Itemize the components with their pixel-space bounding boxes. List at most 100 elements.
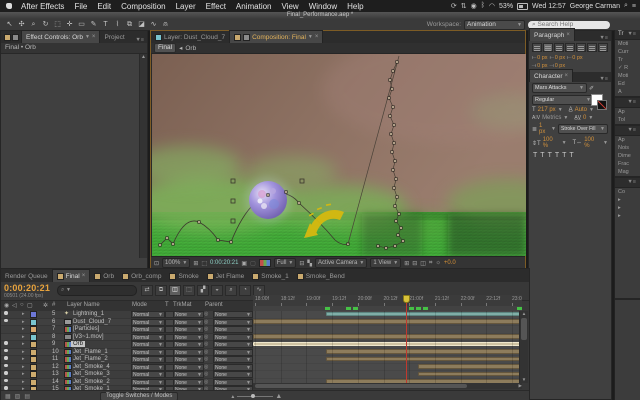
status-icon[interactable]: ᛒ: [481, 2, 485, 10]
timeline-tab[interactable]: Orb ×: [90, 270, 118, 282]
user-name[interactable]: George Carman: [570, 3, 620, 10]
scroll-up-icon[interactable]: ▲: [140, 54, 147, 60]
expand-arrow-icon[interactable]: ▸: [22, 364, 25, 370]
horizontal-scale-value[interactable]: 100 %: [584, 137, 601, 149]
vertical-scrollbar[interactable]: ▲: [139, 54, 147, 258]
clipped-arrow[interactable]: ▸: [615, 212, 640, 220]
parent-pickwhip-icon[interactable]: ◎: [204, 356, 208, 362]
tool-icon[interactable]: ✣: [16, 20, 27, 29]
parent-pickwhip-icon[interactable]: ◎: [204, 349, 208, 355]
close-icon[interactable]: ×: [565, 72, 569, 81]
show-snapshot-icon[interactable]: ▢: [250, 260, 256, 267]
clipped-label[interactable]: Moti: [615, 72, 640, 80]
menu-item[interactable]: Effect: [201, 2, 231, 11]
parent-pickwhip-icon[interactable]: ◎: [204, 341, 208, 347]
parent-pickwhip-icon[interactable]: ◎: [204, 326, 208, 332]
tool-icon[interactable]: ↖: [4, 20, 15, 29]
apple-icon[interactable]: [6, 3, 12, 9]
chevron-down-icon[interactable]: ▼: [562, 140, 567, 146]
blend-mode-dropdown[interactable]: Normal▼: [131, 341, 165, 348]
justify-last-center-button[interactable]: [576, 43, 586, 52]
layer-name[interactable]: Jet_Smoke_2: [73, 379, 110, 385]
indent-field[interactable]: 0 px: [572, 55, 582, 61]
current-timecode[interactable]: 0:00:20:21: [4, 283, 50, 293]
timeline-toolbar-icon[interactable]: ⌕: [225, 285, 237, 296]
timeline-tab[interactable]: Smoke_Bend ×: [293, 270, 349, 282]
region-icon[interactable]: ⊡: [154, 260, 159, 267]
expand-layer-switches-icon[interactable]: ▦: [5, 393, 11, 400]
parent-pickwhip-icon[interactable]: ◎: [204, 334, 208, 340]
label-color-swatch[interactable]: [30, 371, 37, 378]
vertical-scale-value[interactable]: 100 %: [543, 137, 560, 149]
timeline-toolbar-icon[interactable]: ⬚: [183, 285, 195, 296]
effect-controls-breadcrumb[interactable]: Final • Orb: [1, 43, 147, 54]
parent-dropdown[interactable]: None▼: [213, 326, 253, 333]
expand-inout-icon[interactable]: ▤: [24, 393, 30, 400]
eye-icon[interactable]: [4, 318, 8, 322]
layer-duration-bar[interactable]: [253, 334, 522, 339]
label-color-swatch[interactable]: [30, 333, 37, 341]
timeline-toolbar-icon[interactable]: ◔: [239, 285, 251, 296]
eye-icon[interactable]: [4, 348, 8, 352]
stroke-mode-dropdown[interactable]: Stroke Over Fill ▼: [558, 124, 608, 134]
track-matte-dropdown[interactable]: None▼: [173, 341, 204, 348]
tracking-value[interactable]: 0: [583, 115, 586, 121]
panel-menu-icon[interactable]: ▼≡: [599, 35, 611, 41]
clipped-label[interactable]: Mag: [615, 168, 640, 176]
tool-icon[interactable]: ⍝: [160, 20, 171, 29]
expand-transfer-controls-icon[interactable]: ▨: [15, 393, 21, 400]
clipped-label[interactable]: A: [615, 88, 640, 96]
layer-row[interactable]: ▸ 9 Orb Normal ▼ None ▼ ◎ None ▼: [1, 341, 253, 349]
clipped-label[interactable]: Curr: [615, 48, 640, 56]
clipped-label[interactable]: Tol: [615, 116, 640, 124]
menu-item[interactable]: Composition: [116, 2, 170, 11]
tool-icon[interactable]: ✎: [88, 20, 99, 29]
layer-duration-bar[interactable]: [253, 319, 522, 324]
justify-last-left-button[interactable]: [565, 43, 575, 52]
flowchart-icon[interactable]: ⌗: [429, 260, 432, 267]
zoom-slider-knob[interactable]: [251, 394, 256, 398]
layer-row[interactable]: ▸ 6 Dust_Cloud_7 Normal ▼ None ▼ ◎ None ▼: [1, 318, 253, 326]
expand-arrow-icon[interactable]: ▸: [22, 319, 25, 325]
blend-mode-dropdown[interactable]: Normal▼: [131, 311, 165, 318]
scroll-right-icon[interactable]: ▶: [519, 383, 522, 389]
layer-name[interactable]: [Particles]: [73, 326, 99, 332]
tool-icon[interactable]: ✛: [64, 20, 75, 29]
clipped-label[interactable]: Moti: [615, 40, 640, 48]
parent-dropdown[interactable]: None▼: [213, 311, 253, 318]
clipped-arrow[interactable]: ▸: [615, 196, 640, 204]
faux-style-button[interactable]: T: [569, 152, 573, 159]
align-left-button[interactable]: [532, 43, 542, 52]
blend-mode-dropdown[interactable]: Normal▼: [131, 363, 165, 371]
tab-project[interactable]: Project: [100, 31, 128, 43]
clipped-label[interactable]: Ed: [615, 80, 640, 88]
tab-paragraph[interactable]: Paragraph ×: [529, 28, 575, 41]
faux-style-button[interactable]: T: [540, 152, 544, 159]
zoom-out-mountain-icon[interactable]: ▲: [230, 394, 235, 400]
parent-pickwhip-icon[interactable]: ◎: [204, 319, 208, 325]
label-color-swatch[interactable]: [30, 311, 37, 318]
clipped-arrow[interactable]: ▸: [615, 204, 640, 212]
transparency-grid-icon[interactable]: ▚: [307, 260, 312, 267]
layer-name[interactable]: Lightning_1: [73, 311, 104, 317]
faux-style-button[interactable]: T: [548, 152, 552, 159]
parent-dropdown[interactable]: None▼: [213, 363, 253, 371]
col-parent[interactable]: Parent: [205, 302, 223, 308]
layer-duration-bar[interactable]: [253, 341, 522, 347]
close-icon[interactable]: ×: [82, 272, 86, 281]
clipped-label[interactable]: Ap: [615, 108, 640, 116]
layer-name[interactable]: Jet_Flame_1: [73, 349, 108, 355]
expand-arrow-icon[interactable]: ▸: [22, 371, 25, 377]
nav-comp-chip[interactable]: Final: [154, 43, 177, 53]
channels-icon[interactable]: [258, 259, 271, 267]
audio-column-icon[interactable]: ◁: [12, 302, 17, 309]
expand-arrow-icon[interactable]: ▸: [22, 379, 25, 385]
col-t[interactable]: T: [165, 302, 169, 308]
layer-row[interactable]: ▸ 7 [Particles] Normal ▼ None ▼ ◎ None ▼: [1, 326, 253, 334]
eye-icon[interactable]: [4, 363, 8, 367]
timeline-toolbar-icon[interactable]: ◒: [211, 285, 223, 296]
close-icon[interactable]: ×: [315, 33, 319, 42]
exposure-value[interactable]: +0.0: [444, 260, 456, 266]
track-matte-dropdown[interactable]: None▼: [173, 378, 204, 386]
workspace-dropdown[interactable]: Animation ▼: [464, 19, 525, 30]
